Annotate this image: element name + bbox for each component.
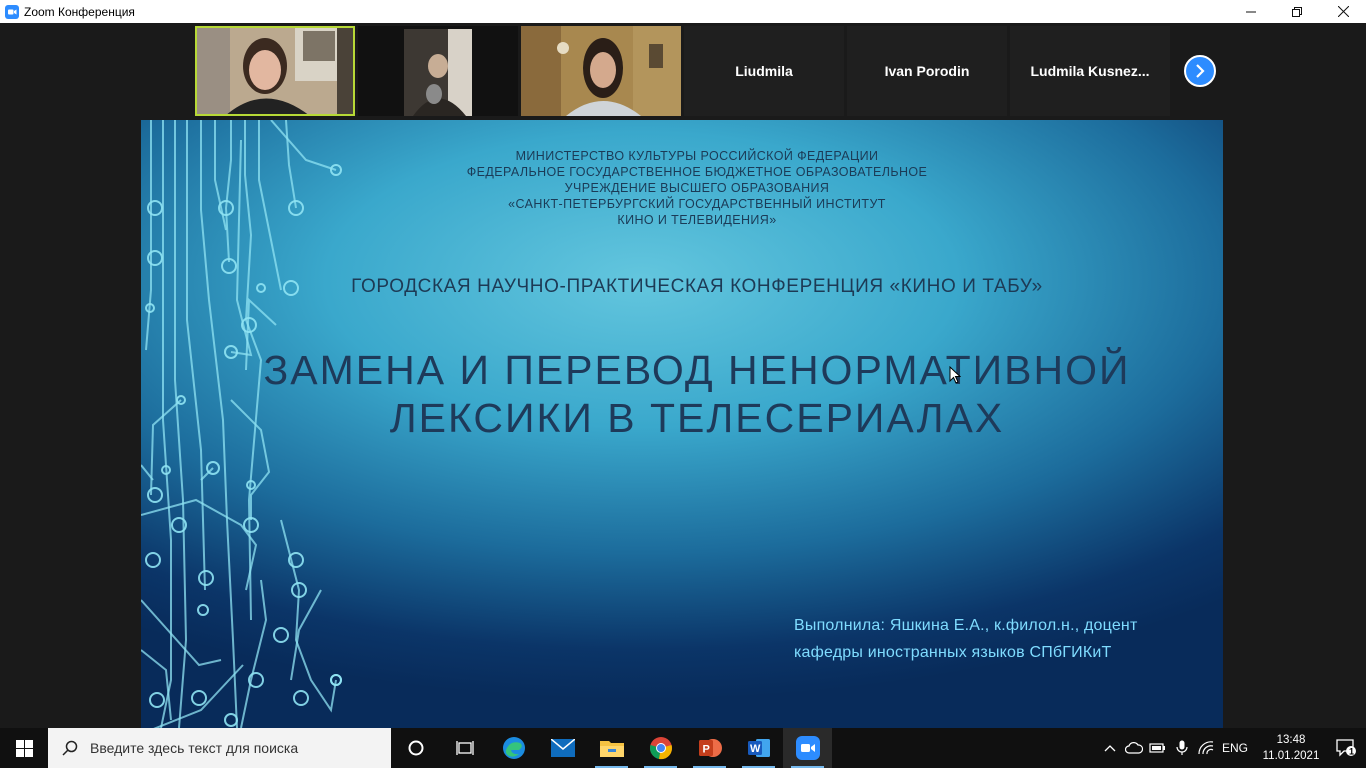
ministry-line: «САНКТ-ПЕТЕРБУРГСКИЙ ГОСУДАРСТВЕННЫЙ ИНС… [508, 197, 886, 211]
taskbar-search-box[interactable]: Введите здесь текст для поиска [48, 728, 391, 768]
participant-name: Ludmila Kusnez... [1030, 63, 1150, 79]
taskbar-app-file-explorer[interactable] [587, 728, 636, 768]
restore-icon [1292, 6, 1302, 17]
ministry-line: МИНИСТЕРСТВО КУЛЬТУРЫ РОССИЙСКОЙ ФЕДЕРАЦ… [515, 149, 879, 163]
participant-video [521, 26, 681, 116]
taskbar-app-edge[interactable] [489, 728, 538, 768]
onedrive-button[interactable] [1122, 728, 1146, 768]
task-view-button[interactable] [440, 728, 489, 768]
chrome-icon [649, 737, 672, 760]
participant-video [195, 26, 355, 116]
restore-button[interactable] [1274, 0, 1320, 23]
ministry-line: УЧРЕЖДЕНИЕ ВЫСШЕГО ОБРАЗОВАНИЯ [564, 181, 830, 195]
author-line: кафедры иностранных языков СПбГИКиТ [794, 644, 1112, 661]
author-line: Выполнила: Яшкина Е.А., к.филол.н., доце… [794, 617, 1138, 634]
participant-strip: Liudmila Ivan Porodin Ludmila Kusnez... [0, 23, 1366, 119]
close-icon [1337, 6, 1349, 17]
cortana-button[interactable] [391, 728, 440, 768]
participant-video [358, 26, 518, 116]
ministry-heading: МИНИСТЕРСТВО КУЛЬТУРЫ РОССИЙСКОЙ ФЕДЕРАЦ… [141, 148, 1223, 228]
participant-video-tile[interactable] [358, 26, 518, 116]
word-icon: W [747, 739, 770, 757]
clock[interactable]: 13:48 11.01.2021 [1256, 732, 1326, 764]
input-language[interactable]: ENG [1222, 741, 1248, 755]
search-icon [62, 740, 78, 756]
svg-text:P: P [702, 744, 709, 756]
chevron-up-icon [1104, 745, 1116, 752]
taskbar-app-zoom[interactable] [783, 728, 832, 768]
participant-name-tile[interactable]: Ivan Porodin [847, 26, 1007, 116]
participant-name-tile[interactable]: Ludmila Kusnez... [1010, 26, 1170, 116]
minimize-icon [1246, 11, 1256, 12]
ministry-line: ФЕДЕРАЛЬНОЕ ГОСУДАРСТВЕННОЕ БЮДЖЕТНОЕ ОБ… [466, 165, 928, 179]
taskbar-app-chrome[interactable] [636, 728, 685, 768]
mouse-cursor-icon [949, 366, 961, 384]
show-hidden-icons-button[interactable] [1098, 728, 1122, 768]
edge-icon [502, 737, 525, 759]
battery-button[interactable] [1146, 728, 1170, 768]
participant-name: Ivan Porodin [884, 63, 970, 79]
wifi-button[interactable] [1194, 728, 1218, 768]
task-view-icon [455, 741, 474, 755]
file-explorer-icon [599, 741, 624, 757]
window-controls [1228, 0, 1366, 23]
start-button[interactable] [0, 728, 48, 768]
search-placeholder: Введите здесь текст для поиска [90, 740, 299, 756]
microphone-button[interactable] [1170, 728, 1194, 768]
cortana-icon [408, 740, 423, 756]
notification-icon: 1 [1336, 739, 1356, 757]
windows-logo-icon [15, 739, 33, 757]
battery-plug-icon [1149, 743, 1165, 753]
powerpoint-icon: P [698, 739, 722, 757]
notification-count: 1 [1349, 747, 1354, 757]
title-line: ЛЕКСИКИ В ТЕЛЕСЕРИАЛАХ [389, 395, 1005, 441]
mail-icon [550, 739, 575, 757]
taskbar-app-powerpoint[interactable]: P [685, 728, 734, 768]
microphone-icon [1176, 740, 1188, 755]
participant-name-tile[interactable]: Liudmila [684, 26, 844, 116]
taskbar-app-word[interactable]: W [734, 728, 783, 768]
close-button[interactable] [1320, 0, 1366, 23]
window-title: Zoom Конференция [24, 4, 135, 19]
action-center-button[interactable]: 1 [1326, 728, 1366, 768]
clock-date: 11.01.2021 [1262, 750, 1320, 762]
meeting-area: Liudmila Ivan Porodin Ludmila Kusnez... [0, 23, 1366, 728]
svg-text:W: W [750, 743, 761, 755]
system-tray: ENG 13:48 11.01.2021 1 [1098, 728, 1366, 768]
title-line: ЗАМЕНА И ПЕРЕВОД НЕНОРМАТИВНОЙ [263, 347, 1131, 393]
zoom-app-icon [5, 4, 19, 19]
next-participants-button[interactable] [1184, 55, 1216, 87]
author-info: Выполнила: Яшкина Е.А., к.филол.н., доце… [794, 612, 1138, 666]
participant-name: Liudmila [735, 63, 793, 79]
conference-title: ГОРОДСКАЯ НАУЧНО-ПРАКТИЧЕСКАЯ КОНФЕРЕНЦИ… [351, 276, 1043, 297]
wifi-icon [1198, 741, 1214, 755]
shared-screen-slide: МИНИСТЕРСТВО КУЛЬТУРЫ РОССИЙСКОЙ ФЕДЕРАЦ… [141, 120, 1223, 728]
participant-video-tile[interactable] [521, 26, 681, 116]
minimize-button[interactable] [1228, 0, 1274, 23]
clock-time: 13:48 [1276, 734, 1306, 746]
slide-main-title: ЗАМЕНА И ПЕРЕВОД НЕНОРМАТИВНОЙ ЛЕКСИКИ В… [141, 346, 1223, 442]
taskbar-app-mail[interactable] [538, 728, 587, 768]
taskbar: Введите здесь текст для поиска P W ENG 1… [0, 728, 1366, 768]
zoom-icon [795, 736, 820, 760]
ministry-line: КИНО И ТЕЛЕВИДЕНИЯ» [617, 213, 777, 227]
cloud-icon [1124, 742, 1143, 754]
window-titlebar: Zoom Конференция [0, 0, 1366, 23]
chevron-right-icon [1196, 64, 1205, 78]
participant-video-tile[interactable] [195, 26, 355, 116]
